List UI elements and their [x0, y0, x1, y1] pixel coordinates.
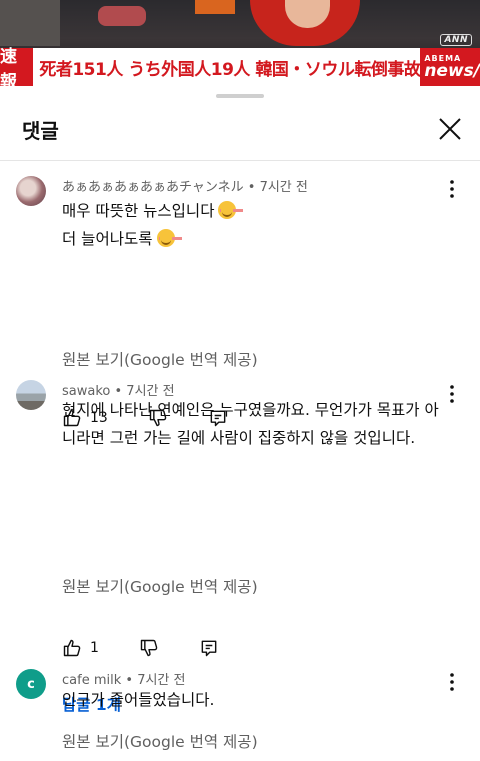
comment-text: 인구가 줄어들었습니다. — [62, 691, 215, 709]
thumbs-down-icon — [140, 639, 158, 657]
comment-text: 현지에 나타난 연예인은 누구였을까요. 무언가가 목표가 아니라면 그런 가는… — [62, 401, 439, 447]
ann-logo: ANN — [440, 34, 472, 46]
news-ticker: 速報 死者151人 うち外国人19人 韓国・ソウル転倒事故 ABEMA news… — [0, 47, 480, 86]
smiling-face-emoji-icon — [156, 229, 175, 247]
video-scene — [98, 6, 146, 26]
thumbs-up-icon — [63, 639, 81, 657]
close-icon[interactable] — [437, 116, 463, 142]
reply-button[interactable] — [199, 638, 219, 658]
avatar[interactable] — [16, 176, 46, 206]
avatar[interactable]: c — [16, 669, 46, 699]
smiling-face-emoji-icon — [218, 201, 237, 219]
see-original-link[interactable]: 원본 보기(Google 번역 제공) — [62, 730, 258, 752]
dislike-button[interactable] — [139, 638, 159, 658]
comment-actions: 1 — [62, 636, 219, 660]
see-original-link[interactable]: 원본 보기(Google 번역 제공) — [62, 348, 258, 370]
comment-text-line: 매우 따뜻한 뉴스입니다 — [62, 202, 215, 220]
comment-text-line: 더 늘어나도록 — [62, 230, 153, 248]
comment-text: 매우 따뜻한 뉴스입니다 더 늘어나도록 — [62, 197, 452, 253]
video-scene — [195, 0, 235, 14]
comments-sheet: 댓글 あぁあぁあぁあぁあチャンネル • 7시간 전 매우 따뜻한 뉴스입니다 더… — [0, 86, 480, 761]
video-scene — [0, 0, 60, 46]
comment-author[interactable]: あぁあぁあぁあぁあチャンネル — [62, 180, 244, 195]
drag-handle[interactable] — [216, 94, 264, 98]
sheet-title: 댓글 — [22, 119, 59, 143]
divider — [0, 160, 480, 161]
comment-time: 7시간 전 — [259, 180, 308, 195]
video-player[interactable]: ANN 速報 死者151人 うち外国人19人 韓国・ソウル転倒事故 ABEMA … — [0, 0, 480, 86]
reply-comment-icon — [201, 640, 217, 657]
see-original-link[interactable]: 원본 보기(Google 번역 제공) — [62, 575, 258, 597]
like-button[interactable]: 1 — [62, 638, 99, 658]
ticker-headline: 死者151人 うち外国人19人 韓国・ソウル転倒事故 — [39, 59, 421, 80]
abema-news-logo: ABEMA news/ — [420, 48, 480, 86]
brand-bottom: news/ — [424, 60, 480, 81]
like-count: 1 — [90, 640, 99, 656]
meta-separator: • — [243, 180, 260, 195]
breaking-news-label: 速報 — [0, 47, 34, 86]
avatar[interactable] — [16, 380, 46, 410]
comment-meta: あぁあぁあぁあぁあチャンネル • 7시간 전 — [62, 176, 308, 195]
